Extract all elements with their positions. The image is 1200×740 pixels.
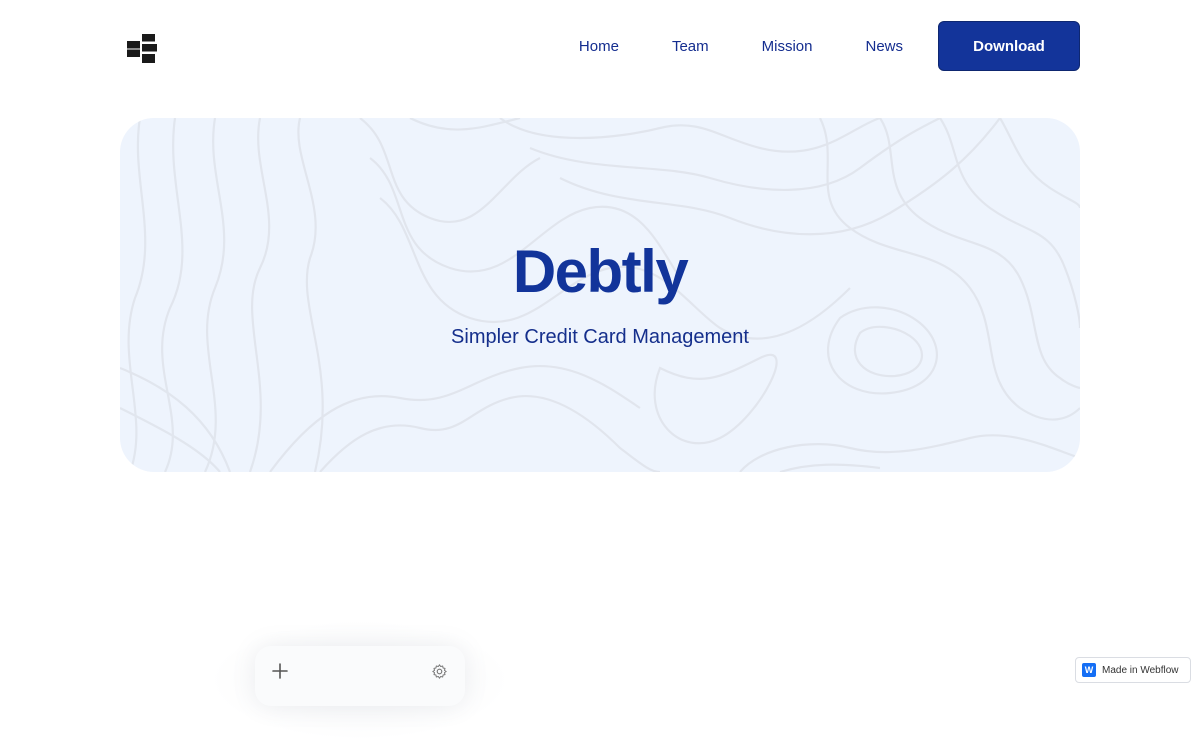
main-nav: Home Team Mission News Download — [579, 21, 1080, 71]
nav-link-home[interactable]: Home — [579, 38, 619, 55]
plus-icon[interactable] — [271, 662, 289, 680]
webflow-badge-label: Made in Webflow — [1102, 664, 1179, 676]
webflow-logo-icon: W — [1082, 663, 1096, 677]
nav-link-mission[interactable]: Mission — [762, 38, 813, 55]
nav-link-team[interactable]: Team — [672, 38, 709, 55]
hero-subtitle: Simpler Credit Card Management — [451, 326, 749, 348]
phone-app-preview — [255, 646, 465, 706]
navbar: Home Team Mission News Download — [0, 0, 1200, 92]
brand-logo-icon[interactable] — [127, 34, 159, 64]
gear-icon[interactable] — [431, 663, 448, 680]
download-button[interactable]: Download — [938, 21, 1080, 71]
nav-link-news[interactable]: News — [865, 38, 903, 55]
hero-title: Debtly — [512, 238, 689, 305]
made-in-webflow-badge[interactable]: W Made in Webflow — [1075, 657, 1191, 683]
hero-banner: Debtly Simpler Credit Card Management — [120, 118, 1080, 472]
